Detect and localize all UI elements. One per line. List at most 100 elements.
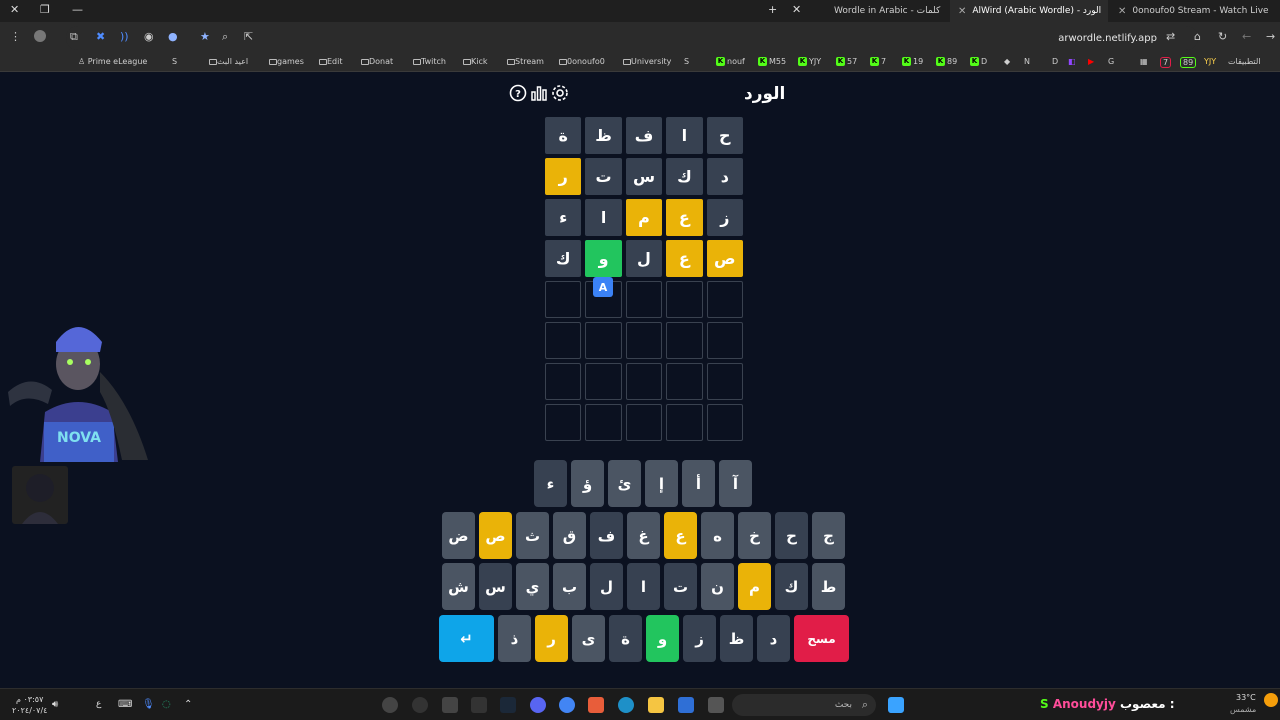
bookmark-item[interactable]: ♙ Prime eLeague: [78, 57, 147, 66]
bookmark-item[interactable]: K 19: [902, 57, 923, 66]
minimize-window-icon[interactable]: —: [72, 3, 83, 16]
letter-key[interactable]: ص: [479, 512, 512, 559]
app-icon[interactable]: [412, 697, 428, 713]
bookmark-folder[interactable]: 0onoufo0: [556, 57, 605, 66]
letter-key[interactable]: ن: [701, 563, 734, 610]
bookmark-item[interactable]: K 57: [836, 57, 857, 66]
omnibox[interactable]: [66, 26, 1198, 50]
letter-key[interactable]: س: [479, 563, 512, 610]
back-icon[interactable]: →: [1266, 30, 1275, 43]
delete-key[interactable]: مسح: [794, 615, 849, 662]
clock-time[interactable]: ٠٣:٥٧ م: [16, 695, 43, 704]
app-icon[interactable]: [442, 697, 458, 713]
letter-key[interactable]: ه: [701, 512, 734, 559]
clock-date[interactable]: ٢٠٢٤/٠٧/٤: [12, 706, 47, 715]
close-tab-icon[interactable]: ✕: [958, 6, 966, 17]
letter-key[interactable]: ل: [590, 563, 623, 610]
letter-key[interactable]: م: [738, 563, 771, 610]
bookmark-item[interactable]: 7: [1160, 57, 1172, 68]
letter-key[interactable]: ى: [572, 615, 605, 662]
bookmark-item[interactable]: D: [1052, 57, 1058, 66]
youtube-icon[interactable]: ▶: [1088, 57, 1094, 66]
letter-key[interactable]: ئ: [608, 460, 641, 507]
bookmark-folder[interactable]: Donat: [358, 57, 393, 66]
bookmark-icon[interactable]: ◆: [1004, 57, 1010, 66]
home-icon[interactable]: ⌂: [1194, 30, 1201, 43]
forward-icon[interactable]: ←: [1242, 30, 1251, 43]
letter-key[interactable]: ا: [627, 563, 660, 610]
letter-key[interactable]: ك: [775, 563, 808, 610]
letter-key[interactable]: ي: [516, 563, 549, 610]
apps-grid-icon[interactable]: ▦: [1140, 57, 1148, 66]
tab-stream[interactable]: ✕ 0onoufo0 Stream - Watch Live: [1110, 0, 1280, 22]
bookmark-item[interactable]: S: [172, 57, 177, 66]
letter-key[interactable]: ة: [609, 615, 642, 662]
letter-key[interactable]: ش: [442, 563, 475, 610]
letter-key[interactable]: ب: [553, 563, 586, 610]
bookmark-folder[interactable]: Kick: [460, 57, 488, 66]
obs-icon[interactable]: [382, 697, 398, 713]
windows-start-icon[interactable]: [888, 697, 904, 713]
letter-key[interactable]: إ: [645, 460, 678, 507]
letter-key[interactable]: ز: [683, 615, 716, 662]
profile-avatar[interactable]: [34, 30, 46, 42]
url-text[interactable]: arwordle.netlify.app: [1058, 33, 1157, 44]
letter-key[interactable]: ف: [590, 512, 623, 559]
letter-key[interactable]: ث: [516, 512, 549, 559]
letter-key[interactable]: د: [757, 615, 790, 662]
bookmark-folder[interactable]: games: [266, 57, 304, 66]
bookmark-item[interactable]: K7: [870, 57, 886, 66]
chrome-icon[interactable]: [559, 697, 575, 713]
extension-icon[interactable]: ●: [168, 30, 178, 43]
bookmark-item[interactable]: S: [684, 57, 689, 66]
letter-key[interactable]: آ: [719, 460, 752, 507]
extensions-icon[interactable]: ⧉: [70, 30, 78, 44]
weather-temp[interactable]: 33°C: [1236, 693, 1256, 702]
discord-icon[interactable]: [530, 697, 546, 713]
letter-key[interactable]: ر: [535, 615, 568, 662]
site-settings-icon[interactable]: ⇄: [1166, 30, 1175, 43]
help-question-icon[interactable]: ?: [509, 84, 527, 102]
extension-icon[interactable]: ◉: [144, 30, 154, 43]
extension-icon[interactable]: )): [120, 30, 129, 43]
bookmark-item[interactable]: Knouf: [716, 57, 745, 66]
letter-key[interactable]: ض: [442, 512, 475, 559]
taskbar-search[interactable]: بحث ⌕: [732, 694, 876, 716]
keyboard-icon[interactable]: ⌨: [118, 699, 132, 710]
enter-key[interactable]: ↵: [439, 615, 494, 662]
restore-window-icon[interactable]: ❐: [40, 3, 50, 16]
store-icon[interactable]: [678, 697, 694, 713]
letter-key[interactable]: غ: [627, 512, 660, 559]
file-explorer-icon[interactable]: [648, 697, 664, 713]
volume-icon[interactable]: 🔊︎: [52, 699, 58, 710]
language-indicator[interactable]: ع: [96, 699, 101, 709]
bookmark-star-icon[interactable]: ★: [200, 30, 210, 43]
steam-icon[interactable]: [500, 697, 516, 713]
bookmark-folder[interactable]: اعيد البث: [206, 57, 248, 66]
letter-key[interactable]: ت: [664, 563, 697, 610]
epic-games-icon[interactable]: [471, 697, 487, 713]
bookmark-item[interactable]: K 89: [936, 57, 957, 66]
letter-key[interactable]: ط: [812, 563, 845, 610]
bookmark-item[interactable]: YJY: [1204, 57, 1216, 66]
tab-close-icon[interactable]: ✕: [792, 3, 801, 16]
close-tab-icon[interactable]: ✕: [1118, 6, 1126, 17]
tab-kalimat[interactable]: Wordle in Arabic - كلمات: [826, 0, 946, 22]
twitch-icon[interactable]: ◧: [1068, 57, 1076, 66]
task-view-icon[interactable]: [708, 697, 724, 713]
bookmark-item[interactable]: N: [1024, 57, 1030, 66]
letter-key[interactable]: ع: [664, 512, 697, 559]
letter-key[interactable]: و: [646, 615, 679, 662]
letter-key[interactable]: ظ: [720, 615, 753, 662]
extension-icon[interactable]: ✖: [96, 30, 105, 43]
bookmark-item[interactable]: 89: [1180, 57, 1197, 68]
bookmark-item[interactable]: K YJY: [798, 57, 821, 66]
settings-gear-icon[interactable]: [551, 84, 569, 102]
letter-key[interactable]: ج: [812, 512, 845, 559]
letter-key[interactable]: أ: [682, 460, 715, 507]
bookmark-folder[interactable]: Twitch: [410, 57, 446, 66]
letter-key[interactable]: ق: [553, 512, 586, 559]
bookmark-item[interactable]: K M55: [758, 57, 786, 66]
menu-icon[interactable]: ⋮: [10, 30, 21, 43]
letter-key[interactable]: ء: [534, 460, 567, 507]
